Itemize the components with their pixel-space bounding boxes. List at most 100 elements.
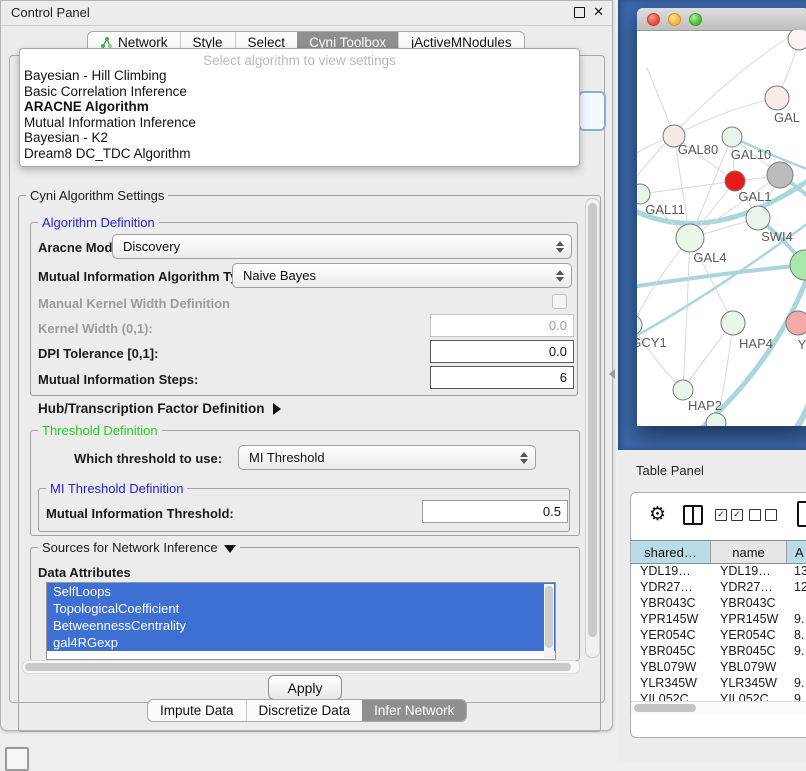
data-attribute-item[interactable]: gal4RGexp	[47, 634, 555, 651]
network-window-titlebar[interactable]	[637, 8, 806, 31]
network-node[interactable]	[765, 86, 789, 110]
network-node[interactable]	[790, 250, 806, 280]
column-header-name[interactable]: name	[711, 541, 787, 563]
column-header-partial[interactable]: A	[787, 541, 806, 563]
table-cell: YDL19…	[631, 563, 711, 579]
table-cell: YIL052C	[631, 691, 711, 701]
minimize-traffic-light-icon[interactable]	[668, 13, 681, 26]
network-node-label: GAL10	[731, 147, 771, 162]
data-attribute-item[interactable]: TopologicalCoefficient	[47, 600, 555, 617]
mi-type-combo[interactable]: Naive Bayes	[232, 263, 572, 288]
data-attributes-label: Data Attributes	[38, 565, 131, 580]
table-horizontal-scrollbar[interactable]	[631, 701, 806, 715]
close-icon[interactable]: ✕	[593, 4, 604, 20]
tab-discretize-data[interactable]: Discretize Data	[246, 700, 363, 721]
zoom-traffic-light-icon[interactable]	[689, 13, 702, 26]
table-row[interactable]: YDR27…YDR27…12	[631, 579, 806, 595]
deselect-all-columns-icon[interactable]	[749, 509, 777, 521]
network-edge[interactable]	[640, 181, 735, 194]
dpi-tolerance-field[interactable]	[430, 340, 574, 363]
data-attribute-item[interactable]: BetweennessCentrality	[47, 617, 555, 634]
attributes-scrollbar-thumb[interactable]	[545, 586, 553, 648]
network-edge[interactable]	[683, 323, 733, 390]
table-row[interactable]: YDL19…YDL19…13	[631, 563, 806, 579]
network-node-label: Y	[798, 337, 806, 352]
export-table-icon[interactable]	[797, 501, 806, 527]
aracne-mode-combo[interactable]: Discovery	[112, 234, 572, 259]
algorithm-option[interactable]: ARACNE Algorithm	[20, 99, 579, 115]
settings-horizontal-thumb[interactable]	[25, 663, 571, 671]
table-cell	[787, 659, 806, 675]
which-threshold-combo[interactable]: MI Threshold	[238, 445, 536, 470]
float-window-icon[interactable]	[574, 7, 585, 18]
apply-button[interactable]: Apply	[268, 675, 342, 700]
table-cell: 9.	[787, 643, 806, 659]
mi-threshold-label: Mutual Information Threshold:	[46, 506, 234, 521]
table-row[interactable]: YER054CYER054C8.	[631, 627, 806, 643]
table-row[interactable]: YIL052CYIL052C9	[631, 691, 806, 701]
network-node[interactable]	[767, 162, 793, 188]
settings-vertical-scrollbar[interactable]	[585, 198, 600, 658]
threshold-definition-title: Threshold Definition	[38, 423, 162, 438]
settings-horizontal-scrollbar[interactable]	[22, 660, 580, 674]
kernel-width-field[interactable]	[430, 314, 574, 337]
dpi-tolerance-label: DPI Tolerance [0,1]:	[38, 346, 158, 361]
table-horizontal-thumb[interactable]	[634, 704, 696, 712]
tab-infer-network[interactable]: Infer Network	[362, 700, 466, 721]
network-node[interactable]	[788, 30, 806, 50]
table-body[interactable]: YDL19…YDL19…13YDR27…YDR27…12YBR043CYBR04…	[631, 563, 806, 701]
data-attribute-item[interactable]: SelfLoops	[47, 583, 555, 600]
network-node[interactable]	[725, 171, 745, 191]
mi-steps-field[interactable]	[430, 366, 574, 389]
combo-arrows-icon	[552, 270, 568, 282]
data-attributes-list[interactable]: SelfLoopsTopologicalCoefficientBetweenne…	[46, 582, 556, 660]
network-node-label: SWI4	[761, 229, 793, 244]
algorithm-option[interactable]: Dream8 DC_TDC Algorithm	[20, 146, 579, 162]
attributes-scrollbar[interactable]	[544, 584, 554, 658]
table-row[interactable]: YLR345WYLR345W9.	[631, 675, 806, 691]
network-node[interactable]	[706, 413, 726, 426]
table-panel-title: Table Panel	[636, 463, 704, 478]
table-row[interactable]: YBL079WYBL079W	[631, 659, 806, 675]
table-cell: YDR27…	[631, 579, 711, 595]
table-row[interactable]: YPR145WYPR145W9.	[631, 611, 806, 627]
combo-arrows-icon	[516, 452, 532, 464]
sources-title[interactable]: Sources for Network Inference	[38, 540, 240, 555]
collapse-down-icon	[224, 545, 236, 553]
table-row[interactable]: YBR045CYBR045C9.	[631, 643, 806, 659]
network-node[interactable]	[746, 206, 770, 230]
table-cell: YBR043C	[711, 595, 787, 611]
tab-impute-data[interactable]: Impute Data	[148, 700, 246, 721]
network-node[interactable]	[721, 311, 745, 335]
network-canvas[interactable]: GAL80GALGAL10GAL1GAL11SWI4GAL4GCY1HAP4YH…	[637, 30, 806, 426]
algorithm-option[interactable]: Bayesian - K2	[20, 130, 579, 146]
panel-corner-button[interactable]	[5, 747, 29, 771]
network-edge[interactable]	[777, 372, 806, 426]
mi-threshold-field[interactable]	[422, 500, 568, 523]
network-edge[interactable]	[637, 34, 793, 186]
network-edge[interactable]	[683, 238, 690, 390]
network-node-label: GAL1	[738, 189, 771, 204]
network-node[interactable]	[673, 380, 693, 400]
algorithm-option[interactable]: Mutual Information Inference	[20, 115, 579, 131]
settings-vertical-thumb[interactable]	[588, 203, 597, 637]
table-header-row: shared… name A	[631, 540, 806, 564]
gear-icon[interactable]: ⚙	[649, 503, 666, 526]
table-cell: YER054C	[631, 627, 711, 643]
network-node[interactable]	[786, 311, 806, 335]
algorithm-option[interactable]: Bayesian - Hill Climbing	[20, 68, 579, 84]
column-layout-icon[interactable]	[683, 505, 703, 525]
network-node[interactable]	[722, 127, 742, 147]
table-row[interactable]: YBR043CYBR043C	[631, 595, 806, 611]
network-view-window[interactable]: GAL80GALGAL10GAL1GAL11SWI4GAL4GCY1HAP4YH…	[637, 8, 806, 426]
select-all-columns-icon[interactable]: ✓✓	[715, 509, 743, 521]
hub-section-toggle[interactable]: Hub/Transcription Factor Definition	[38, 401, 281, 416]
algorithm-option[interactable]: Basic Correlation Inference	[20, 84, 579, 100]
split-pane-handle-icon[interactable]	[609, 369, 615, 379]
close-traffic-light-icon[interactable]	[647, 13, 660, 26]
column-header-shared-name[interactable]: shared…	[631, 541, 711, 563]
network-node[interactable]	[676, 224, 704, 252]
table-cell: YBR045C	[631, 643, 711, 659]
manual-kernel-checkbox[interactable]	[552, 294, 567, 309]
tab-label: Discretize Data	[259, 703, 351, 718]
